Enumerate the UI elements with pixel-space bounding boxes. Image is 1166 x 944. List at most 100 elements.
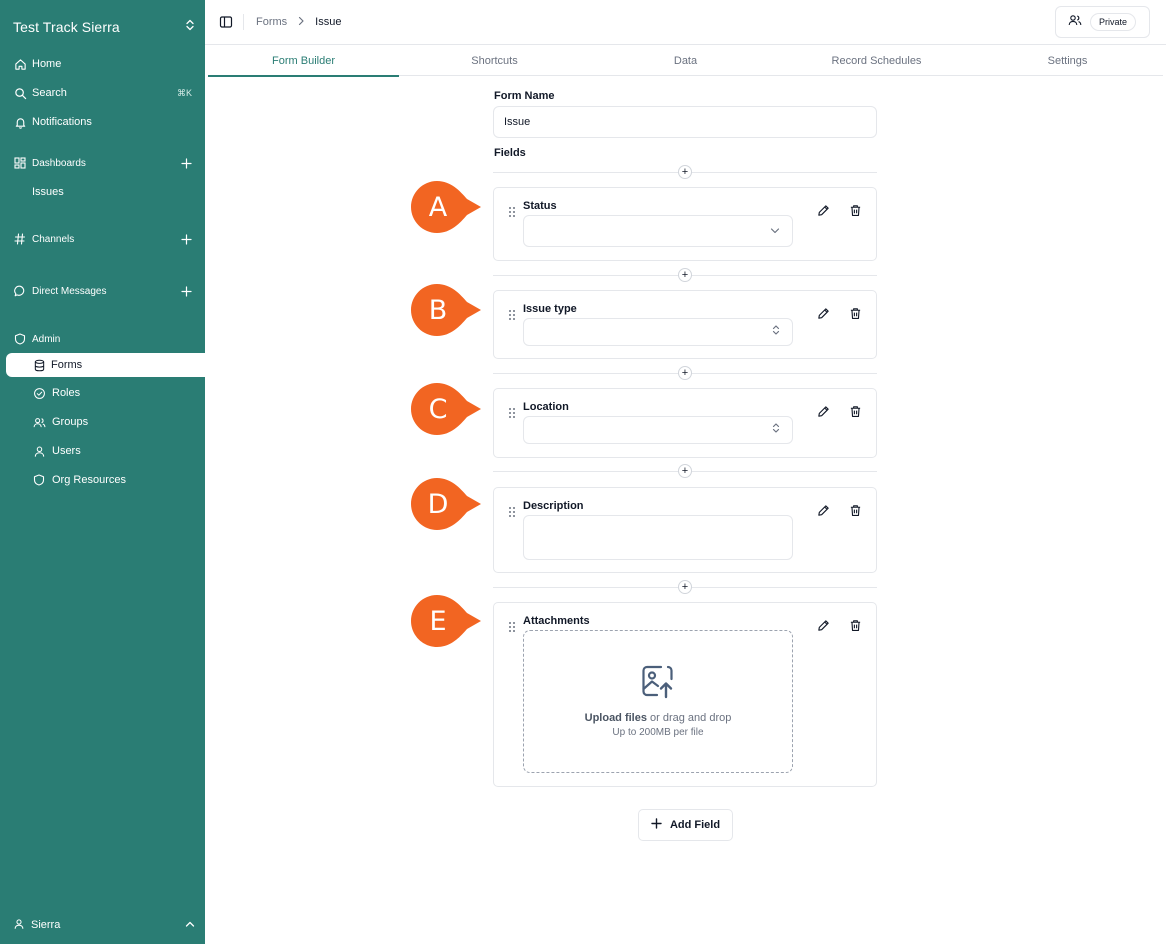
section-dashboards[interactable]: Dashboards <box>0 151 205 175</box>
form-name-input[interactable]: Issue <box>493 106 877 138</box>
plus-icon <box>651 818 662 832</box>
add-field-button[interactable]: Add Field <box>638 809 733 841</box>
tab-data[interactable]: Data <box>590 45 781 76</box>
edit-icon[interactable] <box>816 618 830 632</box>
status-select[interactable] <box>523 215 793 247</box>
trash-icon[interactable] <box>848 203 862 217</box>
trash-icon[interactable] <box>848 618 862 632</box>
section-direct-messages-label: Direct Messages <box>32 285 107 297</box>
nav-roles[interactable]: Roles <box>0 381 205 405</box>
trash-icon[interactable] <box>848 503 862 517</box>
chevrons-up-down-icon <box>185 18 195 36</box>
section-dashboards-label: Dashboards <box>32 157 86 169</box>
form-name-value: Issue <box>504 116 531 128</box>
issue-type-combobox[interactable] <box>523 318 793 346</box>
insert-field-button[interactable]: + <box>678 464 692 478</box>
field-card-location: Location <box>493 388 877 458</box>
fields-label: Fields <box>494 147 526 159</box>
nav-issues[interactable]: Issues <box>0 180 205 204</box>
add-dashboard-icon[interactable] <box>181 151 192 175</box>
drag-handle-icon[interactable] <box>508 505 516 517</box>
workspace-switcher[interactable]: Test Track Sierra <box>13 17 195 37</box>
nav-roles-label: Roles <box>52 387 81 399</box>
user-icon <box>13 918 25 933</box>
edit-icon[interactable] <box>816 503 830 517</box>
check-circle-icon <box>32 386 46 400</box>
message-circle-icon <box>13 284 27 298</box>
nav-users[interactable]: Users <box>0 439 205 463</box>
marker-letter: B <box>428 294 448 326</box>
field-card-description: Description <box>493 487 877 573</box>
edit-icon[interactable] <box>816 404 830 418</box>
insert-field-button[interactable]: + <box>678 580 692 594</box>
add-channel-icon[interactable] <box>181 227 192 251</box>
dashboard-icon <box>13 156 27 170</box>
nav-groups[interactable]: Groups <box>0 410 205 434</box>
insert-field-button[interactable]: + <box>678 165 692 179</box>
hash-icon <box>13 232 27 246</box>
section-direct-messages[interactable]: Direct Messages <box>0 279 205 303</box>
home-icon <box>13 57 27 71</box>
nav-home-label: Home <box>32 58 62 70</box>
marker-letter: D <box>427 488 449 520</box>
breadcrumb-forms[interactable]: Forms <box>256 16 287 28</box>
file-upload-dropzone[interactable]: Upload files or drag and drop Up to 200M… <box>523 630 793 773</box>
annotation-marker-b: B <box>410 283 482 337</box>
sidebar-toggle-icon[interactable] <box>219 15 233 29</box>
trash-icon[interactable] <box>848 404 862 418</box>
drag-handle-icon[interactable] <box>508 620 516 632</box>
drag-handle-icon[interactable] <box>508 205 516 217</box>
nav-org-resources[interactable]: Org Resources <box>0 468 205 492</box>
nav-users-label: Users <box>52 445 81 457</box>
nav-home[interactable]: Home <box>0 52 205 76</box>
nav-forms[interactable]: Forms <box>6 353 205 377</box>
section-admin[interactable]: Admin <box>0 327 205 351</box>
section-channels[interactable]: Channels <box>0 227 205 251</box>
user-menu[interactable]: Sierra <box>13 915 195 935</box>
search-shortcut: ⌘K <box>176 87 192 98</box>
image-upload-icon <box>641 665 675 704</box>
tab-bar: Form Builder Shortcuts Data Record Sched… <box>208 45 1163 77</box>
upload-files-link[interactable]: Upload files <box>585 712 647 724</box>
nav-notifications[interactable]: Notifications <box>0 110 205 134</box>
drag-handle-icon[interactable] <box>508 406 516 418</box>
upload-drag-text: or drag and drop <box>646 712 732 724</box>
location-combobox[interactable] <box>523 416 793 444</box>
upload-instructions: Upload files or drag and drop <box>585 712 732 724</box>
field-label: Location <box>523 401 569 413</box>
field-label: Description <box>523 500 584 512</box>
add-direct-message-icon[interactable] <box>181 279 192 303</box>
database-icon <box>32 358 46 372</box>
tab-settings[interactable]: Settings <box>972 45 1163 76</box>
marker-letter: C <box>428 393 448 425</box>
breadcrumb: Forms Issue <box>256 14 341 30</box>
annotation-marker-d: D <box>410 477 482 531</box>
marker-letter: E <box>429 605 447 637</box>
trash-icon[interactable] <box>848 306 862 320</box>
bell-icon <box>13 115 27 129</box>
search-icon <box>13 86 27 100</box>
edit-icon[interactable] <box>816 203 830 217</box>
insert-field-button[interactable]: + <box>678 366 692 380</box>
add-field-label: Add Field <box>669 819 721 831</box>
annotation-marker-c: C <box>410 382 482 436</box>
workspace-name: Test Track Sierra <box>13 19 120 35</box>
chevron-down-icon <box>770 222 780 240</box>
edit-icon[interactable] <box>816 306 830 320</box>
description-textarea[interactable] <box>523 515 793 560</box>
tab-form-builder[interactable]: Form Builder <box>208 45 399 77</box>
user-name: Sierra <box>31 919 61 931</box>
shield-icon <box>32 473 46 487</box>
tab-shortcuts[interactable]: Shortcuts <box>399 45 590 76</box>
insert-field-button[interactable]: + <box>678 268 692 282</box>
nav-forms-label: Forms <box>51 359 83 371</box>
marker-letter: A <box>428 191 448 223</box>
field-card-status: Status <box>493 187 877 261</box>
privacy-button[interactable]: Private <box>1055 6 1150 38</box>
nav-search[interactable]: Search ⌘K <box>0 81 205 105</box>
drag-handle-icon[interactable] <box>508 308 516 320</box>
tab-record-schedules[interactable]: Record Schedules <box>781 45 972 76</box>
annotation-marker-e: E <box>410 594 482 648</box>
nav-org-resources-label: Org Resources <box>52 474 126 486</box>
annotation-marker-a: A <box>410 180 482 234</box>
